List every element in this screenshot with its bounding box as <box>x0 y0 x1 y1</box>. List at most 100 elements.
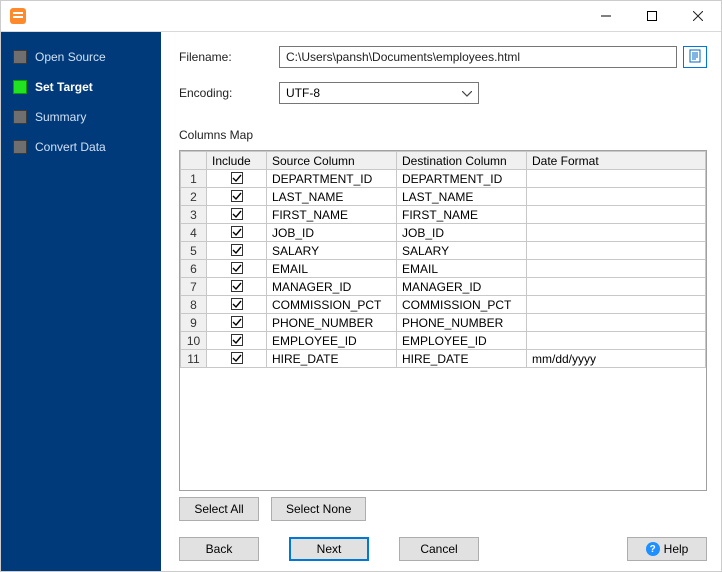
table-row[interactable]: 9PHONE_NUMBERPHONE_NUMBER <box>181 314 706 332</box>
cancel-button[interactable]: Cancel <box>399 537 479 561</box>
include-cell[interactable] <box>207 188 267 206</box>
include-cell[interactable] <box>207 314 267 332</box>
destination-column-cell[interactable]: EMPLOYEE_ID <box>397 332 527 350</box>
step-label: Summary <box>35 110 86 124</box>
include-checkbox[interactable] <box>231 334 243 346</box>
destination-column-cell[interactable]: SALARY <box>397 242 527 260</box>
date-format-cell[interactable] <box>527 206 706 224</box>
include-checkbox[interactable] <box>231 244 243 256</box>
include-checkbox[interactable] <box>231 226 243 238</box>
date-format-cell[interactable] <box>527 188 706 206</box>
include-cell[interactable] <box>207 170 267 188</box>
date-format-cell[interactable] <box>527 278 706 296</box>
source-column-cell[interactable]: PHONE_NUMBER <box>267 314 397 332</box>
table-row[interactable]: 5 SALARYSALARY <box>181 242 706 260</box>
wizard-steps-sidebar: Open Source Set Target Summary Convert D… <box>1 32 161 571</box>
row-number: 6 <box>181 260 207 278</box>
header-source-column[interactable]: Source Column <box>267 152 397 170</box>
include-cell[interactable] <box>207 242 267 260</box>
row-number: 11 <box>181 350 207 368</box>
row-number: 3 <box>181 206 207 224</box>
source-column-cell[interactable]: DEPARTMENT_ID <box>267 170 397 188</box>
destination-column-cell[interactable]: HIRE_DATE <box>397 350 527 368</box>
destination-column-cell[interactable]: MANAGER_ID <box>397 278 527 296</box>
maximize-button[interactable] <box>629 1 675 31</box>
source-column-cell[interactable]: EMPLOYEE_ID <box>267 332 397 350</box>
filename-input[interactable] <box>279 46 677 68</box>
table-row[interactable]: 10EMPLOYEE_IDEMPLOYEE_ID <box>181 332 706 350</box>
table-row[interactable]: 4JOB_IDJOB_ID <box>181 224 706 242</box>
browse-button[interactable] <box>683 46 707 68</box>
table-row[interactable]: 3 FIRST_NAMEFIRST_NAME <box>181 206 706 224</box>
filename-row: Filename: <box>179 46 707 68</box>
header-date-format[interactable]: Date Format <box>527 152 706 170</box>
step-open-source[interactable]: Open Source <box>1 42 161 72</box>
encoding-label: Encoding: <box>179 86 279 100</box>
source-column-cell[interactable]: LAST_NAME <box>267 188 397 206</box>
destination-column-cell[interactable]: FIRST_NAME <box>397 206 527 224</box>
table-row[interactable]: 11HIRE_DATEHIRE_DATEmm/dd/yyyy <box>181 350 706 368</box>
step-label: Set Target <box>35 80 93 94</box>
step-marker-icon <box>13 110 27 124</box>
date-format-cell[interactable] <box>527 296 706 314</box>
include-cell[interactable] <box>207 206 267 224</box>
row-number: 5 <box>181 242 207 260</box>
include-checkbox[interactable] <box>231 352 243 364</box>
date-format-cell[interactable] <box>527 242 706 260</box>
source-column-cell[interactable]: FIRST_NAME <box>267 206 397 224</box>
select-none-button[interactable]: Select None <box>271 497 366 521</box>
select-all-button[interactable]: Select All <box>179 497 259 521</box>
row-number: 8 <box>181 296 207 314</box>
include-checkbox[interactable] <box>231 298 243 310</box>
date-format-cell[interactable] <box>527 170 706 188</box>
table-row[interactable]: 1DEPARTMENT_IDDEPARTMENT_ID <box>181 170 706 188</box>
encoding-select[interactable]: UTF-8 <box>279 82 479 104</box>
include-checkbox[interactable] <box>231 262 243 274</box>
destination-column-cell[interactable]: PHONE_NUMBER <box>397 314 527 332</box>
step-convert-data[interactable]: Convert Data <box>1 132 161 162</box>
date-format-cell[interactable] <box>527 224 706 242</box>
source-column-cell[interactable]: JOB_ID <box>267 224 397 242</box>
source-column-cell[interactable]: SALARY <box>267 242 397 260</box>
include-checkbox[interactable] <box>231 280 243 292</box>
table-row[interactable]: 2 LAST_NAMELAST_NAME <box>181 188 706 206</box>
step-set-target[interactable]: Set Target <box>1 72 161 102</box>
source-column-cell[interactable]: EMAIL <box>267 260 397 278</box>
close-button[interactable] <box>675 1 721 31</box>
destination-column-cell[interactable]: JOB_ID <box>397 224 527 242</box>
row-number: 2 <box>181 188 207 206</box>
date-format-cell[interactable]: mm/dd/yyyy <box>527 350 706 368</box>
destination-column-cell[interactable]: COMMISSION_PCT <box>397 296 527 314</box>
include-cell[interactable] <box>207 350 267 368</box>
include-checkbox[interactable] <box>231 208 243 220</box>
table-row[interactable]: 7MANAGER_IDMANAGER_ID <box>181 278 706 296</box>
date-format-cell[interactable] <box>527 332 706 350</box>
include-cell[interactable] <box>207 332 267 350</box>
back-button[interactable]: Back <box>179 537 259 561</box>
help-button[interactable]: ? Help <box>627 537 707 561</box>
include-checkbox[interactable] <box>231 190 243 202</box>
include-cell[interactable] <box>207 224 267 242</box>
date-format-cell[interactable] <box>527 314 706 332</box>
source-column-cell[interactable]: MANAGER_ID <box>267 278 397 296</box>
minimize-button[interactable] <box>583 1 629 31</box>
include-checkbox[interactable] <box>231 172 243 184</box>
table-row[interactable]: 8 COMMISSION_PCTCOMMISSION_PCT <box>181 296 706 314</box>
next-button[interactable]: Next <box>289 537 369 561</box>
source-column-cell[interactable]: HIRE_DATE <box>267 350 397 368</box>
include-cell[interactable] <box>207 296 267 314</box>
step-summary[interactable]: Summary <box>1 102 161 132</box>
destination-column-cell[interactable]: DEPARTMENT_ID <box>397 170 527 188</box>
table-row[interactable]: 6 EMAILEMAIL <box>181 260 706 278</box>
header-include[interactable]: Include <box>207 152 267 170</box>
date-format-cell[interactable] <box>527 260 706 278</box>
include-cell[interactable] <box>207 278 267 296</box>
source-column-cell[interactable]: COMMISSION_PCT <box>267 296 397 314</box>
destination-column-cell[interactable]: LAST_NAME <box>397 188 527 206</box>
destination-column-cell[interactable]: EMAIL <box>397 260 527 278</box>
columns-map-table-wrap[interactable]: Include Source Column Destination Column… <box>179 150 707 491</box>
header-destination-column[interactable]: Destination Column <box>397 152 527 170</box>
include-checkbox[interactable] <box>231 316 243 328</box>
step-marker-icon <box>13 80 27 94</box>
include-cell[interactable] <box>207 260 267 278</box>
